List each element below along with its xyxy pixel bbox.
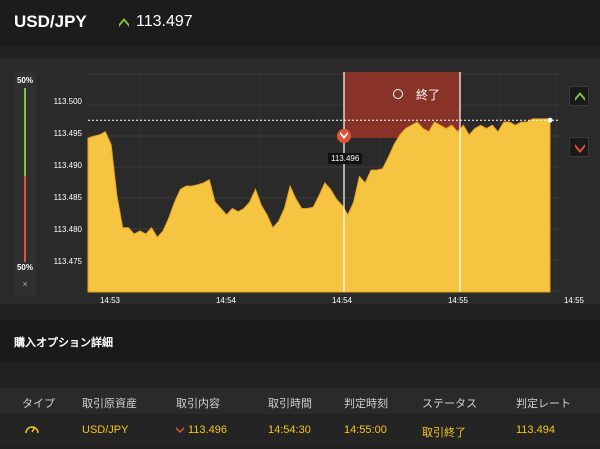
low-button[interactable] <box>569 137 589 157</box>
trade-time-cell: 14:54:30 <box>268 424 311 436</box>
details-title: 購入オプション詳細 <box>14 337 113 349</box>
table-header-row: タイプ 取引原資産 取引内容 取引時間 判定時刻 ステータス 判定レート <box>0 388 600 414</box>
y-tick-label: 113.500 <box>54 97 83 106</box>
judge-time-cell: 14:55:00 <box>344 424 387 436</box>
column-header: ステータス <box>422 398 477 410</box>
down-chevron-icon <box>176 427 184 433</box>
y-tick-label: 113.495 <box>54 129 83 138</box>
table-row[interactable]: USD/JPY 113.496 14:54:30 14:55:00 取引終了 1… <box>0 417 600 443</box>
x-tick-label: 14:54 <box>216 296 237 305</box>
column-header: 取引時間 <box>268 398 312 410</box>
down-chevron-icon <box>575 144 585 153</box>
column-header: 判定時刻 <box>344 398 388 410</box>
column-header: 取引内容 <box>176 398 220 410</box>
up-chevron-icon <box>575 92 585 101</box>
x-tick-label: 14:55 <box>448 296 469 305</box>
column-header: 取引原資産 <box>82 398 137 410</box>
history-icon <box>393 89 403 99</box>
y-tick-label: 113.485 <box>54 193 83 202</box>
details-section-header: 購入オプション詳細 <box>0 320 600 362</box>
high-button[interactable] <box>569 86 589 106</box>
current-rate-dot <box>547 117 553 123</box>
price-area-series <box>87 118 551 293</box>
entry-rate-label: 113.496 <box>328 153 363 164</box>
x-tick-label: 14:53 <box>100 296 121 305</box>
x-tick-label: 14:55 <box>564 296 585 305</box>
y-axis-ticks: 113.500 113.495 113.490 113.485 113.480 113.4… <box>54 97 83 266</box>
x-tick-label: 14:54 <box>332 296 353 305</box>
y-tick-label: 113.475 <box>54 257 83 266</box>
entry-marker-icon <box>337 129 351 143</box>
y-tick-label: 113.480 <box>54 225 83 234</box>
content-cell: 113.496 <box>188 424 227 436</box>
price-chart: 113.500 113.495 113.490 113.485 113.480 113.4… <box>54 72 585 305</box>
trade-status-label: 終了 <box>416 88 441 102</box>
status-cell: 取引終了 <box>422 427 466 439</box>
asset-cell: USD/JPY <box>82 424 129 436</box>
column-header: 判定レート <box>516 398 571 410</box>
y-tick-label: 113.490 <box>54 161 83 170</box>
gauge-icon <box>25 426 39 434</box>
judge-rate-cell: 113.494 <box>516 424 555 436</box>
x-axis-ticks: 14:53 14:54 14:54 14:55 14:55 <box>100 296 585 305</box>
column-header: タイプ <box>22 398 55 410</box>
